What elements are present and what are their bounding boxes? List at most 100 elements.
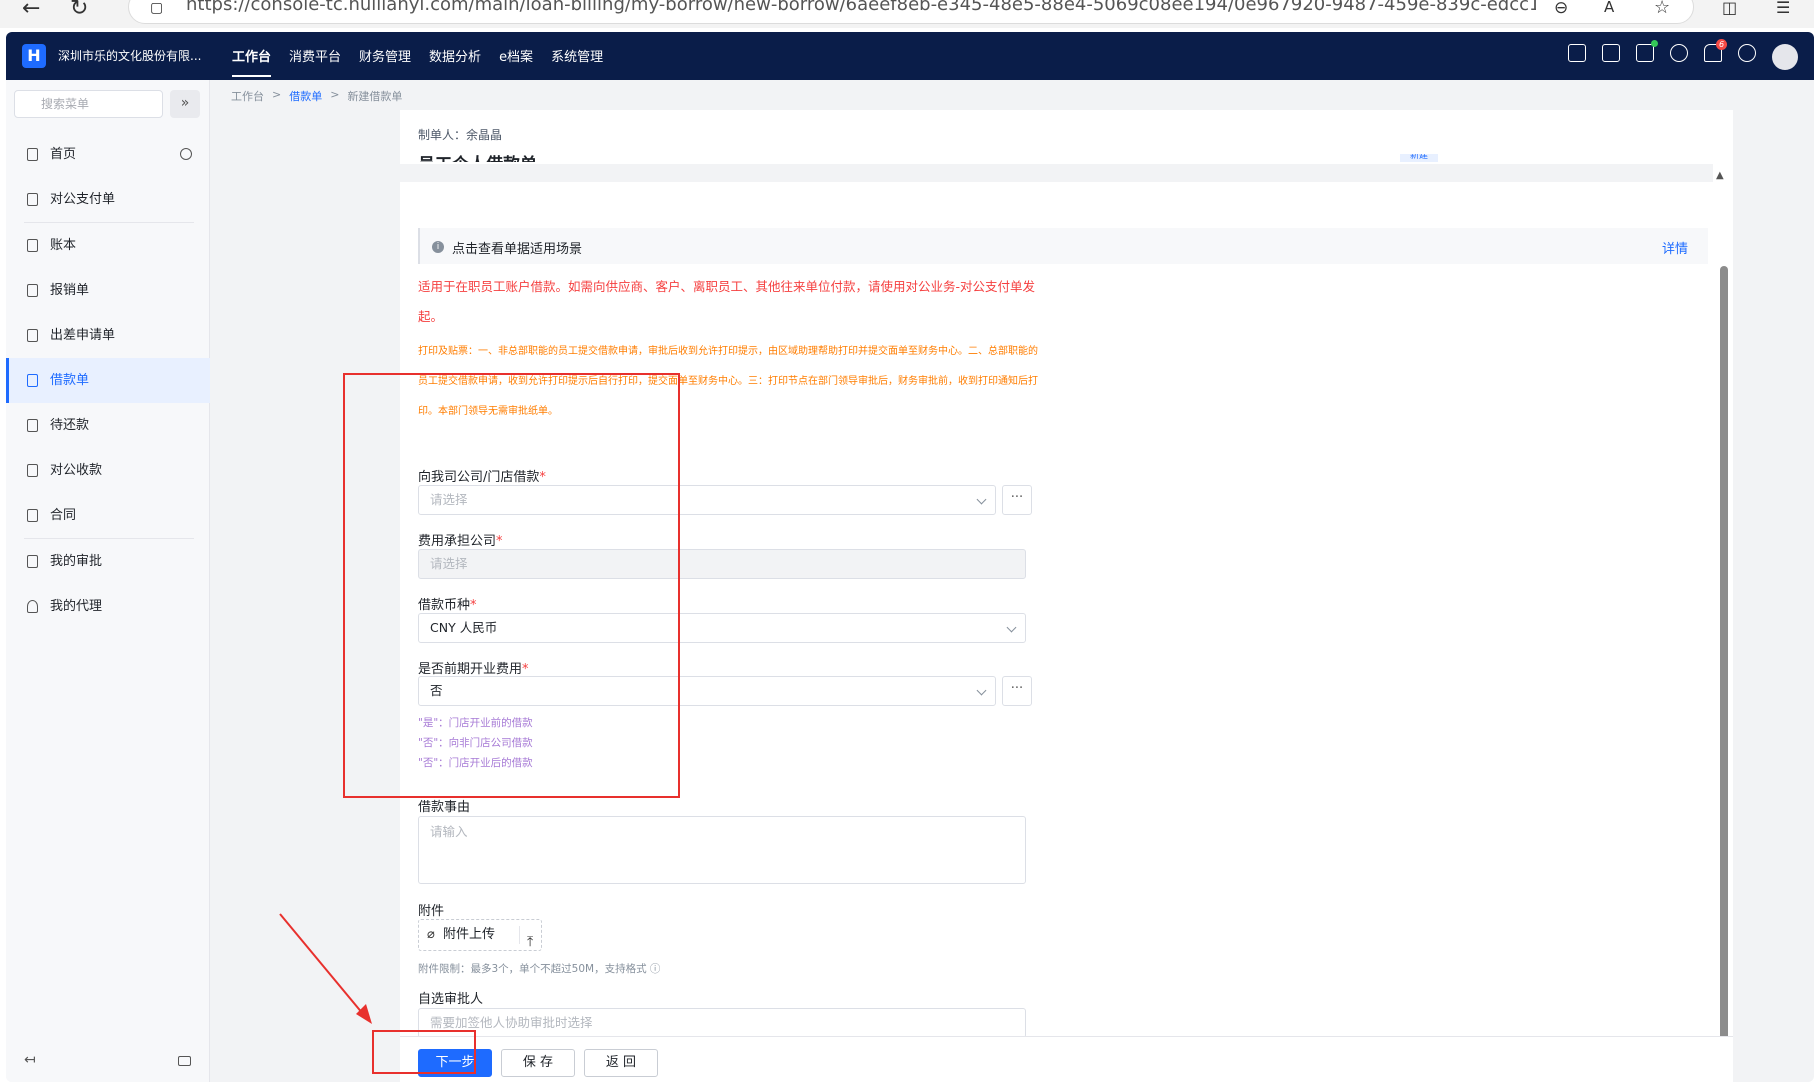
annotation-highlight-box — [343, 373, 680, 798]
apps-grid-icon[interactable] — [1602, 44, 1620, 62]
location-icon[interactable] — [1670, 44, 1688, 62]
sidebar-item-label: 我的代理 — [50, 599, 103, 614]
usage-scenario-bar[interactable]: i 点击查看单据适用场景 详情 — [418, 228, 1708, 264]
gear-icon[interactable] — [180, 148, 192, 160]
edit-doc-icon — [27, 284, 38, 297]
sidebar-item-label: 对公支付单 — [50, 192, 116, 207]
info-icon: i — [432, 241, 444, 253]
sidebar-item-label: 借款单 — [50, 373, 90, 388]
app-logo[interactable]: H — [22, 44, 46, 68]
breadcrumb: 工作台 > 借款单 > 新建借款单 — [231, 88, 402, 104]
breadcrumb-separator: > — [330, 88, 340, 101]
sidebar-item-corporate-receipt[interactable]: 对公收款 — [6, 448, 210, 493]
top-navigation: H 深圳市乐的文化股份有限... 工作台 消费平台 财务管理 数据分析 e档案 … — [6, 32, 1814, 80]
sidebar-item-label: 对公收款 — [50, 463, 103, 478]
breadcrumb-workbench[interactable]: 工作台 — [231, 88, 264, 104]
usage-scenario-text[interactable]: 点击查看单据适用场景 — [452, 238, 582, 257]
breadcrumb-current: 新建借款单 — [347, 90, 403, 103]
creator-label: 制单人：余晶晶 — [418, 128, 503, 142]
paperclip-icon: ⌀ — [427, 927, 435, 942]
scroll-up-icon[interactable]: ▲ — [1716, 170, 1724, 181]
nav-analytics[interactable]: 数据分析 — [429, 46, 481, 77]
favorites-list-icon[interactable]: ☰ — [1776, 0, 1790, 17]
home-icon — [27, 148, 38, 161]
upload-divider — [519, 926, 520, 944]
online-dot — [1651, 40, 1658, 47]
sidebar-menu: 首页 对公支付单 账本 报销单 出差申请单 借款单 待还款 对公收款 合同 我的… — [6, 132, 210, 629]
fullscreen-icon[interactable] — [1568, 44, 1586, 62]
repayment-icon — [27, 419, 38, 432]
company-more-button[interactable]: ··· — [1002, 485, 1032, 515]
document-icon — [27, 193, 38, 206]
book-icon — [27, 239, 38, 252]
sidebar-item-corporate-payment[interactable]: 对公支付单 — [6, 177, 210, 222]
chevron-down-icon — [1006, 622, 1017, 633]
user-icon — [27, 600, 38, 613]
reload-icon[interactable]: ↻ — [70, 0, 88, 21]
sidebar-item-label: 报销单 — [50, 283, 90, 298]
nav-e-archive[interactable]: e档案 — [499, 46, 533, 77]
avatar[interactable] — [1772, 44, 1798, 70]
nav-system[interactable]: 系统管理 — [551, 46, 603, 77]
notification-badge: 6 — [1716, 39, 1727, 50]
chevron-down-icon — [976, 685, 987, 696]
url-text[interactable]: https://console-tc.huilianyi.com/main/lo… — [186, 0, 1536, 15]
loan-icon — [27, 374, 38, 387]
approver-input[interactable]: 需要加签他人协助审批时选择 — [418, 1008, 1026, 1038]
favorite-icon[interactable]: ☆ — [1654, 0, 1670, 18]
company-name[interactable]: 深圳市乐的文化股份有限... — [58, 47, 201, 64]
sidebar-item-label: 账本 — [50, 238, 77, 253]
clipboard-icon — [27, 329, 38, 342]
pre-opening-more-button[interactable]: ··· — [1002, 676, 1032, 706]
sidebar-item-travel-request[interactable]: 出差申请单 — [6, 313, 210, 358]
menu-search-input[interactable]: 搜索菜单 — [14, 90, 163, 118]
save-button[interactable]: 保 存 — [501, 1049, 575, 1077]
sidebar-item-my-delegation[interactable]: 我的代理 — [6, 584, 210, 629]
sidebar-item-label: 待还款 — [50, 418, 90, 433]
sidebar-item-loan[interactable]: 借款单 — [6, 358, 210, 403]
back-icon[interactable]: ← — [22, 0, 40, 21]
browser-toolbar: ← ↻ ▢ https://console-tc.huilianyi.com/m… — [0, 0, 1814, 28]
upload-label: 附件上传 — [443, 927, 496, 942]
nav-consumption[interactable]: 消费平台 — [289, 46, 341, 77]
sidebar-item-label: 首页 — [50, 147, 77, 162]
sidebar: 搜索菜单 » 首页 对公支付单 账本 报销单 出差申请单 借款单 待还款 对公收… — [6, 80, 210, 1082]
back-button[interactable]: 返 回 — [584, 1049, 658, 1077]
nav-finance[interactable]: 财务管理 — [359, 46, 411, 77]
scrollbar-thumb[interactable] — [1720, 266, 1728, 1050]
collapse-left-icon[interactable]: ↤ — [24, 1052, 36, 1068]
attachment-hint: 附件限制：最多3个，单个不超过50M，支持格式 ⓘ — [418, 963, 661, 975]
status-badge: 新建 — [1400, 154, 1438, 162]
help-icon[interactable] — [1738, 44, 1756, 62]
tasks-icon[interactable] — [1636, 40, 1658, 62]
collapse-sidebar-button[interactable]: » — [170, 90, 200, 118]
split-screen-icon[interactable]: ◫ — [1722, 0, 1737, 17]
contract-icon — [27, 509, 38, 522]
reason-textarea[interactable]: 请输入 — [418, 816, 1026, 884]
zoom-icon[interactable]: ⊖ — [1554, 0, 1568, 18]
breadcrumb-loan[interactable]: 借款单 — [289, 88, 322, 104]
approver-field-label: 自选审批人 — [418, 992, 484, 1007]
approval-icon — [27, 555, 38, 568]
sidebar-item-my-approvals[interactable]: 我的审批 — [6, 539, 210, 584]
sidebar-item-label: 出差申请单 — [50, 328, 116, 343]
attachment-upload-button[interactable]: ⌀ 附件上传 ⤒ — [418, 919, 542, 951]
reason-field-label: 借款事由 — [418, 800, 471, 815]
attachment-field-label: 附件 — [418, 904, 445, 919]
bell-icon[interactable]: 6 — [1704, 39, 1727, 62]
sidebar-item-reimbursement[interactable]: 报销单 — [6, 268, 210, 313]
details-link[interactable]: 详情 — [1662, 238, 1688, 257]
site-info-icon[interactable]: ▢ — [150, 0, 163, 16]
upload-icon[interactable]: ⤒ — [527, 927, 533, 957]
section-divider — [400, 164, 1713, 182]
form-footer: 下一步 保 存 返 回 — [400, 1036, 1733, 1082]
sidebar-item-home[interactable]: 首页 — [6, 132, 210, 177]
read-aloud-icon[interactable]: A — [1604, 0, 1614, 16]
receipt-icon — [27, 464, 38, 477]
nav-workbench[interactable]: 工作台 — [232, 46, 272, 77]
sidebar-item-pending-repayment[interactable]: 待还款 — [6, 403, 210, 448]
sidebar-item-ledger[interactable]: 账本 — [6, 223, 210, 268]
camera-icon[interactable] — [178, 1056, 191, 1066]
breadcrumb-separator: > — [272, 88, 282, 101]
sidebar-item-contract[interactable]: 合同 — [6, 493, 210, 538]
